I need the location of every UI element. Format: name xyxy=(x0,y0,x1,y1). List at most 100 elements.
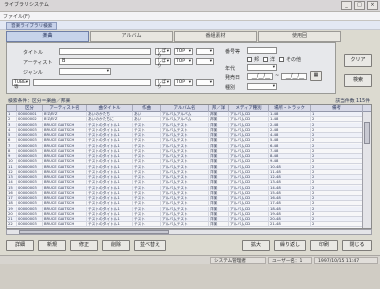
condition-bar: 検索条件：区分＝楽曲／邦楽 該当件数 115件 xyxy=(6,96,372,104)
table-cell: 2 xyxy=(311,196,363,201)
table-cell: テスト xyxy=(133,201,161,207)
table-cell: アルバムCD xyxy=(229,164,269,170)
table-cell: アルバムCD xyxy=(229,117,269,123)
table-cell: 洋楽 xyxy=(209,138,229,144)
grid-header-cell[interactable]: 区分 xyxy=(17,105,43,112)
new-button[interactable]: 新規 xyxy=(38,240,66,251)
table-cell: アルバムCD xyxy=(229,175,269,180)
maximize-button[interactable]: □ xyxy=(354,1,365,10)
app-title: ライブラリシステム xyxy=(4,2,49,8)
search-panel: タイトル しぼり TOP アーティスト B しぼり TOP ジャンル TUBE等… xyxy=(6,42,336,94)
table-cell: 2 xyxy=(7,117,17,123)
tab-songs[interactable]: 楽曲 xyxy=(6,31,89,42)
table-cell: テストのタイトル1 xyxy=(87,196,133,201)
table-cell: アルバムテスト xyxy=(161,127,209,133)
search-button[interactable]: 検索 xyxy=(344,74,372,87)
vertical-scrollbar[interactable] xyxy=(362,112,371,228)
table-cell: 16 xyxy=(7,190,17,196)
genre-select[interactable] xyxy=(59,68,111,75)
close-button[interactable]: 閉じる xyxy=(342,240,372,251)
table-cell: BRUCE GAITSCH xyxy=(43,143,87,149)
tab-usage[interactable]: 使用回 xyxy=(258,31,341,42)
grid-header-cell[interactable] xyxy=(7,105,17,112)
table-cell: 21-48 xyxy=(269,222,311,228)
table-cell: BRUCE GAITSCH xyxy=(43,201,87,207)
detail-button[interactable]: 詳細 xyxy=(6,240,34,251)
title-extra-select[interactable] xyxy=(196,48,214,55)
vertical-scroll-thumb[interactable] xyxy=(364,122,370,144)
format-select[interactable] xyxy=(247,83,277,90)
free-mode-select[interactable]: しぼり xyxy=(155,79,171,90)
table-cell: 4-48 xyxy=(269,133,311,138)
table-cell: 4 xyxy=(7,127,17,133)
table-cell: 00000003 xyxy=(17,127,43,133)
western-checkbox[interactable] xyxy=(263,57,268,62)
artist-input[interactable]: B xyxy=(59,58,151,65)
delete-button[interactable]: 削除 xyxy=(102,240,130,251)
free-field-select[interactable]: TUBE等 xyxy=(12,79,30,90)
table-cell: B'Z/B'Z xyxy=(43,112,87,117)
tab-program-material[interactable]: 番組素材 xyxy=(174,31,257,42)
number-input[interactable] xyxy=(247,47,277,54)
table-cell: 洋楽 xyxy=(209,154,229,159)
free-input[interactable] xyxy=(33,79,151,86)
table-cell: 19-48 xyxy=(269,211,311,217)
year-select[interactable] xyxy=(247,64,277,71)
table-cell: 1-48 xyxy=(269,117,311,123)
artist-extra-select[interactable] xyxy=(196,58,214,65)
table-cell: アルバムCD xyxy=(229,180,269,186)
table-cell: アルバムCD xyxy=(229,185,269,191)
title-input[interactable] xyxy=(59,48,151,55)
grid-header-cell[interactable]: アルバム名 xyxy=(161,105,209,112)
table-cell: アルバムCD xyxy=(229,154,269,159)
table-cell: 00000003 xyxy=(17,185,43,191)
table-cell: BRUCE GAITSCH xyxy=(43,148,87,154)
free-operator-select[interactable]: TOP xyxy=(174,79,193,86)
title-mode-select[interactable]: しぼり xyxy=(155,48,171,59)
table-row[interactable]: 22 00000003 BRUCE GAITSCH テストのタイトル1 テスト アルバムテ… xyxy=(7,222,363,228)
release-to-input[interactable]: __/__/__ xyxy=(281,73,307,80)
table-cell: テスト xyxy=(133,222,161,228)
table-cell: アルバムテスト xyxy=(161,175,209,180)
zoom-button[interactable]: 拡大 xyxy=(242,240,270,251)
release-from-input[interactable]: __/__/__ xyxy=(247,73,273,80)
print-button[interactable]: 印刷 xyxy=(310,240,338,251)
title-operator-select[interactable]: TOP xyxy=(174,48,193,55)
grid-header-cell[interactable]: 曲タイトル xyxy=(87,105,133,112)
grid-header-cell[interactable]: 場所・トラック xyxy=(269,105,311,112)
grid-header-cell[interactable]: 備考 xyxy=(311,105,363,112)
grid-header-cell[interactable]: 邦／洋 xyxy=(209,105,229,112)
table-cell: テストのタイトル1 xyxy=(87,154,133,159)
table-cell: あいのかたち xyxy=(87,112,133,117)
grid-header-cell[interactable]: メディア種別 xyxy=(229,105,269,112)
free-extra-select[interactable] xyxy=(196,79,214,86)
table-cell: 00000003 xyxy=(17,133,43,138)
edit-button[interactable]: 修正 xyxy=(70,240,98,251)
table-cell: 00000003 xyxy=(17,122,43,128)
close-window-button[interactable]: × xyxy=(367,1,378,10)
table-cell: アルバムテスト xyxy=(161,143,209,149)
table-cell: 00000003 xyxy=(17,206,43,212)
menu-file[interactable]: ファイル(F) xyxy=(3,13,30,20)
table-cell: B'Z/B'Z xyxy=(43,117,87,123)
japanese-checkbox[interactable] xyxy=(247,57,252,62)
table-cell: 00000003 xyxy=(17,222,43,228)
table-cell: アルバムテスト xyxy=(161,133,209,138)
table-cell: テスト xyxy=(133,169,161,175)
minimize-button[interactable]: _ xyxy=(341,1,352,10)
artist-operator-select[interactable]: TOP xyxy=(174,58,193,65)
horizontal-scrollbar[interactable] xyxy=(6,229,372,235)
grid-header-cell[interactable]: アーティスト名 xyxy=(43,105,87,112)
sort-button[interactable]: 並べ替え xyxy=(134,240,166,251)
calendar-button[interactable]: ▦ xyxy=(310,71,322,81)
artist-mode-select[interactable]: しぼり xyxy=(155,58,171,69)
grid-header-cell[interactable]: 作曲 xyxy=(133,105,161,112)
table-cell: アルバムテスト xyxy=(161,164,209,170)
action-bar: 詳細 新規 修正 削除 並べ替え 拡大 繰り返し 印刷 閉じる xyxy=(6,240,372,252)
other-checkbox[interactable] xyxy=(279,57,284,62)
tab-album[interactable]: アルバム xyxy=(90,31,173,42)
horizontal-scroll-thumb[interactable] xyxy=(19,230,169,234)
repeat-button[interactable]: 繰り返し xyxy=(274,240,306,251)
table-cell: 2 xyxy=(311,122,363,128)
clear-button[interactable]: クリア xyxy=(344,54,372,67)
